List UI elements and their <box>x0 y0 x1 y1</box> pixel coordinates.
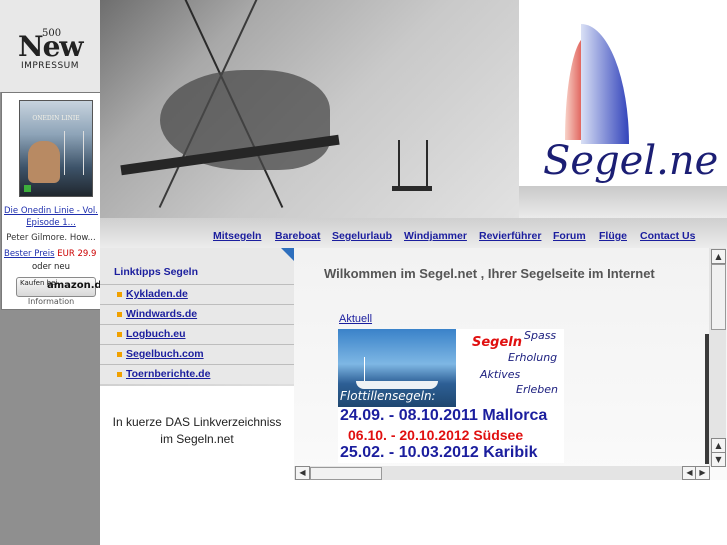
nav-fluege[interactable]: Flüge <box>599 230 627 242</box>
scroll-right-arrow-icon[interactable]: ▶ <box>695 466 710 480</box>
photo-distant-hull <box>392 186 432 191</box>
dvd-portrait <box>28 141 60 183</box>
banner-spass: Spass <box>524 329 557 342</box>
link-item-segelbuch[interactable]: Segelbuch.com <box>100 344 294 364</box>
nav-contact-us[interactable]: Contact Us <box>640 230 695 242</box>
ad-actor-text: Peter Gilmore. How... <box>6 233 96 243</box>
nav-mitsegeln[interactable]: Mitsegeln <box>213 230 261 242</box>
sail-main-icon <box>581 24 629 144</box>
header-photo-tallship <box>100 0 519 218</box>
buy-at-amazon-button[interactable]: Kaufen bei amazon.de <box>16 277 108 297</box>
banner-yacht-photo: Flottillensegeln: <box>338 329 456 407</box>
link-item-windwards[interactable]: Windwards.de <box>100 304 294 324</box>
link-label[interactable]: Windwards.de <box>126 308 197 320</box>
fsk-badge-icon <box>24 185 31 192</box>
ad-price-row: Bester Preis EUR 29.9 <box>4 249 100 259</box>
scroll-left-arrow-icon[interactable]: ◀ <box>295 466 310 480</box>
bullet-icon <box>117 312 122 317</box>
link-item-kykladen[interactable]: Kykladen.de <box>100 284 294 304</box>
horizontal-scroll-thumb[interactable] <box>310 467 382 480</box>
corner-triangle-icon <box>281 248 294 261</box>
ad-or-new-text: oder neu <box>31 262 71 272</box>
main-navigation: Mitsegeln Bareboat Segelurlaub Windjamme… <box>100 218 727 248</box>
vertical-scrollbar[interactable]: ▲ ▲ ▼ <box>709 248 726 467</box>
dvd-title: ONEDIN LINIE <box>32 115 80 122</box>
left-sidebar: 500 New IMPRESSUM ONEDIN LINIE Die Onedi… <box>0 0 108 545</box>
link-label[interactable]: Segelbuch.com <box>126 348 204 360</box>
banner-segeln: Segeln <box>472 335 523 350</box>
link-item-toernberichte[interactable]: Toernberichte.de <box>100 364 294 384</box>
nav-windjammer[interactable]: Windjammer <box>404 230 467 242</box>
banner-erleben: Erleben <box>516 383 559 396</box>
dvd-ship <box>64 131 84 175</box>
header-strip <box>519 186 727 218</box>
scroll-up-arrow-icon-2[interactable]: ▲ <box>711 438 726 453</box>
nav-bareboat[interactable]: Bareboat <box>275 230 321 242</box>
banner-date-karibik: 25.02. - 10.03.2012 Karibik <box>340 444 538 461</box>
content-footer-area <box>294 480 727 545</box>
link-label[interactable]: Kykladen.de <box>126 288 188 300</box>
banner-date-suedsee: 06.10. - 20.10.2012 Südsee <box>348 427 524 443</box>
best-price-link[interactable]: Bester Preis <box>4 249 55 259</box>
aktuell-link[interactable]: Aktuell <box>339 313 372 325</box>
banner-hull <box>356 381 438 389</box>
banner-date-mallorca: 24.09. - 08.10.2011 Mallorca <box>340 407 548 424</box>
bullet-icon <box>117 332 122 337</box>
content-frame: Wilkommen im Segel.net , Ihrer Segelseit… <box>294 248 727 480</box>
logo-mark: 500 New <box>14 28 86 63</box>
nav-segelurlaub[interactable]: Segelurlaub <box>332 230 392 242</box>
logo-word: New <box>18 30 84 63</box>
horizontal-scrollbar[interactable]: ◀ ◀ ▶ <box>294 466 710 480</box>
vertical-scroll-thumb[interactable] <box>711 264 726 330</box>
scroll-up-arrow-icon[interactable]: ▲ <box>711 249 726 264</box>
ad-information-link[interactable]: Information <box>2 297 100 306</box>
link-directory-note: In kuerze DAS Linkverzeichniss im Segeln… <box>100 414 294 448</box>
note-line-2: im Segeln.net <box>160 432 234 446</box>
left-lower-area <box>100 384 294 545</box>
banner-aktives: Aktives <box>480 368 521 381</box>
link-label[interactable]: Toernberichte.de <box>126 368 210 380</box>
impressum-logo[interactable]: 500 New IMPRESSUM <box>0 0 100 92</box>
link-item-logbuch[interactable]: Logbuch.eu <box>100 324 294 344</box>
ad-product-title-link[interactable]: Die Onedin Linie - Vol. Episode 1... <box>2 205 100 229</box>
link-label[interactable]: Logbuch.eu <box>126 328 186 340</box>
dvd-cover-image[interactable]: ONEDIN LINIE <box>19 100 93 197</box>
note-line-1: In kuerze DAS Linkverzeichniss <box>112 415 282 429</box>
scroll-down-arrow-icon[interactable]: ▼ <box>711 452 726 467</box>
photo-distant-ship <box>398 140 428 190</box>
flotilla-banner[interactable]: Flottillensegeln: Segeln Spass Erholung … <box>338 329 564 463</box>
amazon-ad: ONEDIN LINIE Die Onedin Linie - Vol. Epi… <box>1 92 108 310</box>
nav-forum[interactable]: Forum <box>553 230 586 242</box>
site-logo[interactable]: Segel.ne <box>519 0 727 186</box>
banner-erholung: Erholung <box>508 351 558 364</box>
banner-flotillen: Flottillensegeln: <box>340 389 436 403</box>
nav-revierfuehrer[interactable]: Revierführer <box>479 230 541 242</box>
bullet-icon <box>117 352 122 357</box>
impressum-link[interactable]: IMPRESSUM <box>0 61 100 71</box>
link-tips-heading: Linktipps Segeln <box>114 266 199 278</box>
site-logo-text: Segel.ne <box>543 138 719 184</box>
ad-price: EUR 29.9 <box>57 249 97 259</box>
welcome-heading: Wilkommen im Segel.net , Ihrer Segelseit… <box>324 266 655 281</box>
link-tips-panel: Linktipps Segeln Kykladen.de Windwards.d… <box>100 248 294 384</box>
bullet-icon <box>117 372 122 377</box>
bullet-icon <box>117 292 122 297</box>
